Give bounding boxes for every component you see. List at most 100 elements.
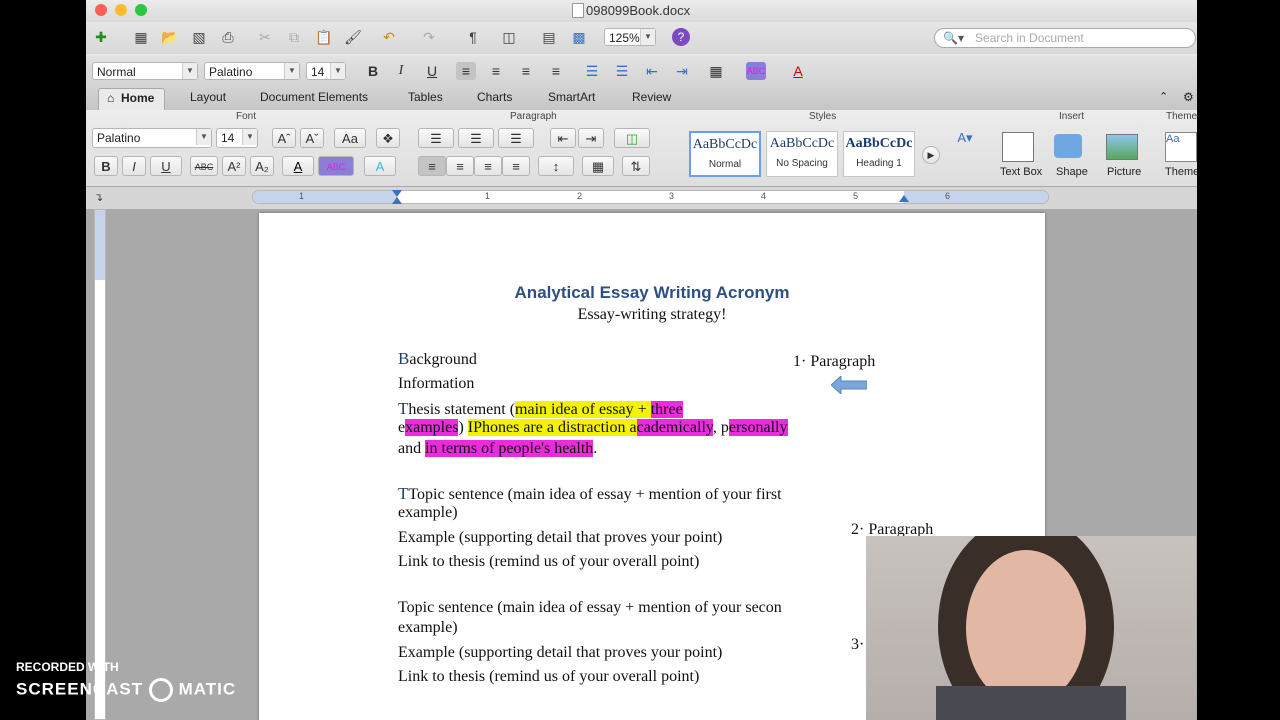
ribbon-bullets-button[interactable]: ☰ xyxy=(418,128,454,148)
superscript-button[interactable]: A² xyxy=(222,156,246,176)
ribbon-font-color-button[interactable]: A xyxy=(282,156,314,176)
bold-button[interactable]: B xyxy=(363,62,383,80)
italic-button[interactable]: I xyxy=(391,62,411,80)
style-heading-1[interactable]: AaBbCcDc Heading 1 xyxy=(843,131,915,177)
first-line-indent-marker[interactable] xyxy=(392,190,402,197)
left-indent-marker[interactable] xyxy=(392,197,402,204)
ribbon-size-select[interactable]: 14 ▼ xyxy=(216,128,258,148)
change-case-button[interactable]: Aa xyxy=(334,128,366,148)
zoom-select[interactable]: 125% ▼ xyxy=(604,28,656,46)
tab-layout[interactable]: Layout xyxy=(190,90,226,104)
style-normal[interactable]: AaBbCcDc Normal xyxy=(689,131,761,177)
tab-review[interactable]: Review xyxy=(632,90,671,104)
subscript-button[interactable]: A₂ xyxy=(250,156,274,176)
ribbon-outdent-button[interactable]: ⇤ xyxy=(550,128,576,148)
ribbon-font-select[interactable]: Palatino ▼ xyxy=(92,128,212,148)
font-select[interactable]: Palatino ▼ xyxy=(204,62,300,80)
window-title: 098099Book.docx xyxy=(586,3,691,18)
templates-icon[interactable]: ▦ xyxy=(132,28,150,46)
borders-button[interactable]: ▦ xyxy=(706,62,726,80)
styles-next-icon[interactable]: ▶ xyxy=(922,146,940,164)
media-browser-icon[interactable]: ▩ xyxy=(570,28,588,46)
grow-font-button[interactable]: Aˆ xyxy=(272,128,296,148)
ribbon-italic-button[interactable]: I xyxy=(122,156,146,176)
watermark-line2: SCREENCAST MATIC xyxy=(16,678,236,702)
gallery-icon[interactable]: ▤ xyxy=(540,28,558,46)
new-document-icon[interactable]: ✚ xyxy=(92,28,110,46)
underline-button[interactable]: U xyxy=(422,62,442,80)
sort-button[interactable]: ⇅ xyxy=(622,156,650,176)
style-no-spacing[interactable]: AaBbCcDc No Spacing xyxy=(766,131,838,177)
minimize-window-button[interactable] xyxy=(115,4,127,16)
save-icon[interactable]: ▧ xyxy=(190,28,208,46)
ribbon-indent-button[interactable]: ⇥ xyxy=(578,128,604,148)
themes-icon[interactable]: Aa xyxy=(1165,132,1197,162)
ribbon-align-right-button[interactable]: ≡ xyxy=(474,156,502,176)
paste-icon[interactable]: 📋 xyxy=(315,28,333,46)
zoom-window-button[interactable] xyxy=(135,4,147,16)
highlight-magenta: ersonally xyxy=(728,419,788,436)
redo-icon[interactable]: ↷ xyxy=(420,28,438,46)
print-icon[interactable]: ⎙ xyxy=(219,28,237,46)
font-value: Palatino xyxy=(209,65,253,79)
ribbon-align-left-button[interactable]: ≡ xyxy=(418,156,446,176)
shrink-font-button[interactable]: Aˇ xyxy=(300,128,324,148)
horizontal-ruler[interactable]: 1 1 2 3 4 5 6 xyxy=(252,190,1049,204)
shape-icon[interactable] xyxy=(1054,134,1082,158)
copy-icon[interactable]: ⧉ xyxy=(285,28,303,46)
tab-stop-icon[interactable]: ↴ xyxy=(94,191,103,204)
ribbon-numbering-button[interactable]: ☰ xyxy=(458,128,494,148)
format-painter-icon[interactable]: 🖌 xyxy=(344,28,362,46)
tab-smartart[interactable]: SmartArt xyxy=(548,90,595,104)
ribbon-multilevel-button[interactable]: ☰ xyxy=(498,128,534,148)
align-right-button[interactable]: ≡ xyxy=(516,62,536,80)
numbered-list-button[interactable]: ☰ xyxy=(582,62,602,80)
tab-document-elements[interactable]: Document Elements xyxy=(260,90,368,104)
decrease-indent-button[interactable]: ⇤ xyxy=(642,62,662,80)
tab-tables[interactable]: Tables xyxy=(408,90,443,104)
gear-icon[interactable]: ⚙ xyxy=(1183,90,1194,104)
ribbon-bold-button[interactable]: B xyxy=(94,156,118,176)
text-effects-button[interactable]: A xyxy=(364,156,396,176)
vertical-ruler[interactable] xyxy=(94,209,106,720)
close-window-button[interactable] xyxy=(95,4,107,16)
ribbon-align-center-button[interactable]: ≡ xyxy=(446,156,474,176)
justify-button[interactable]: ≡ xyxy=(546,62,566,80)
styles-pane-icon[interactable]: A▾ xyxy=(952,128,978,148)
tab-home[interactable]: ⌂ Home xyxy=(98,88,166,110)
shading-button[interactable]: ▦ xyxy=(582,156,614,176)
text-box-icon[interactable] xyxy=(1002,132,1034,162)
help-icon[interactable]: ? xyxy=(672,28,690,46)
bulleted-list-button[interactable]: ☰ xyxy=(612,62,632,80)
align-center-button[interactable]: ≡ xyxy=(486,62,506,80)
collapse-ribbon-icon[interactable]: ⌃ xyxy=(1159,90,1168,103)
right-indent-marker[interactable] xyxy=(899,195,909,202)
tab-charts[interactable]: Charts xyxy=(477,90,512,104)
topic-1-text: Topic sentence (main idea of essay + men… xyxy=(408,486,782,503)
picture-icon[interactable] xyxy=(1106,134,1138,160)
font-size-select[interactable]: 14 ▼ xyxy=(306,62,346,80)
undo-icon[interactable]: ↶ xyxy=(380,28,398,46)
ribbon-highlight-button[interactable]: ABC xyxy=(318,156,354,176)
strikethrough-button[interactable]: ABC xyxy=(190,156,218,176)
show-formatting-icon[interactable]: ¶ xyxy=(464,28,482,46)
ruler-number: 1 xyxy=(485,191,491,201)
columns-button[interactable]: ◫ xyxy=(614,128,650,148)
cut-icon[interactable]: ✂ xyxy=(256,28,274,46)
highlight-button[interactable]: ABC xyxy=(746,62,766,80)
sidebar-icon[interactable]: ◫ xyxy=(500,28,518,46)
clear-formatting-button[interactable]: ❖ xyxy=(376,128,400,148)
font-color-button[interactable]: A xyxy=(788,62,808,80)
increase-indent-button[interactable]: ⇥ xyxy=(672,62,692,80)
watermark-line1: RECORDED WITH xyxy=(16,660,119,674)
open-icon[interactable]: 📂 xyxy=(161,28,179,46)
acronym-letter: T xyxy=(398,399,409,418)
align-left-button[interactable]: ≡ xyxy=(456,62,476,80)
ribbon-justify-button[interactable]: ≡ xyxy=(502,156,530,176)
search-input[interactable]: 🔍▾ Search in Document xyxy=(934,28,1196,48)
line-spacing-button[interactable]: ↕ xyxy=(538,156,574,176)
style-select[interactable]: Normal ▼ xyxy=(92,62,198,80)
home-icon: ⌂ xyxy=(107,91,115,105)
watermark-screencast: SCREENCAST xyxy=(16,679,144,699)
ribbon-underline-button[interactable]: U xyxy=(150,156,182,176)
